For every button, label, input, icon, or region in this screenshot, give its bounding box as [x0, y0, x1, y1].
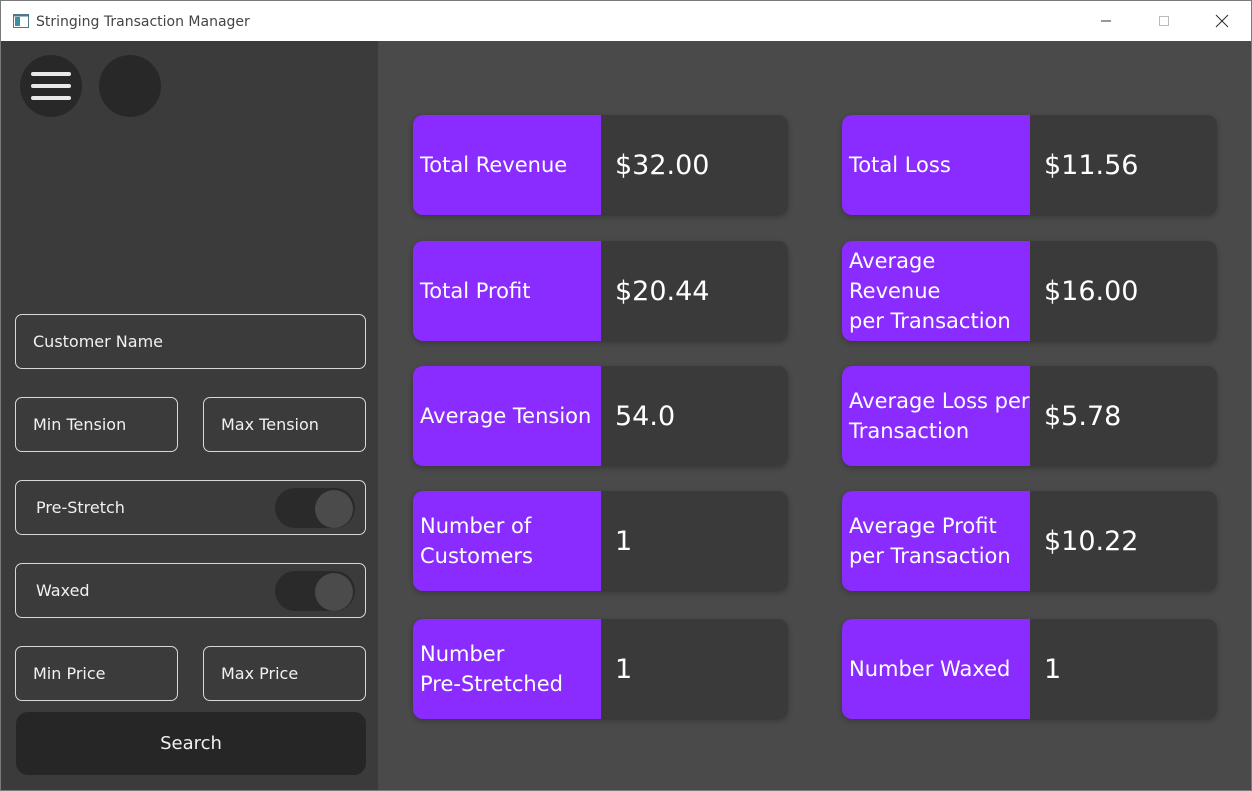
customer-name-input[interactable]: Customer Name	[15, 314, 366, 369]
hamburger-icon	[31, 72, 71, 100]
close-icon	[1215, 14, 1229, 28]
stat-label: Total Revenue	[413, 115, 601, 215]
stat-label: Average Tension	[413, 366, 601, 466]
max-tension-input[interactable]: Max Tension	[203, 397, 366, 452]
window-title: Stringing Transaction Manager	[36, 14, 250, 30]
menu-button[interactable]	[20, 55, 82, 117]
pre-stretch-toggle-row: Pre-Stretch	[15, 480, 366, 535]
stat-value: 54.0	[615, 400, 676, 432]
stat-label: Number Waxed	[842, 619, 1030, 719]
stat-label: Average Profit per Transaction	[842, 491, 1030, 591]
stat-value: $11.56	[1044, 149, 1139, 181]
min-price-input[interactable]: Min Price	[15, 646, 178, 701]
stat-card-average-tension: Average Tension 54.0	[413, 366, 788, 466]
stat-value: 1	[1044, 653, 1062, 685]
stat-label: Average Loss per Transaction	[842, 366, 1030, 466]
secondary-round-button[interactable]	[99, 55, 161, 117]
minimize-button[interactable]	[1078, 1, 1134, 41]
stat-value: $32.00	[615, 149, 710, 181]
stat-value: $5.78	[1044, 400, 1122, 432]
pre-stretch-label: Pre-Stretch	[36, 498, 125, 517]
customer-name-placeholder: Customer Name	[33, 332, 164, 351]
min-price-placeholder: Min Price	[33, 664, 106, 683]
stat-value: $16.00	[1044, 275, 1139, 307]
app-icon	[13, 14, 29, 28]
stat-label: Total Profit	[413, 241, 601, 341]
title-bar: Stringing Transaction Manager	[1, 1, 1251, 41]
stat-value: 1	[615, 653, 633, 685]
maximize-button[interactable]	[1136, 1, 1192, 41]
search-button[interactable]: Search	[16, 712, 366, 775]
stat-label: Number Pre-Stretched	[413, 619, 601, 719]
stat-card-number-waxed: Number Waxed 1	[842, 619, 1217, 719]
close-button[interactable]	[1194, 1, 1250, 41]
max-price-input[interactable]: Max Price	[203, 646, 366, 701]
min-tension-input[interactable]: Min Tension	[15, 397, 178, 452]
stat-label: Total Loss	[842, 115, 1030, 215]
maximize-icon	[1159, 16, 1169, 26]
pre-stretch-switch-knob	[315, 490, 353, 528]
stat-value: 1	[615, 525, 633, 557]
stat-label: Number of Customers	[413, 491, 601, 591]
stat-card-number-pre-stretched: Number Pre-Stretched 1	[413, 619, 788, 719]
waxed-toggle-row: Waxed	[15, 563, 366, 618]
max-tension-placeholder: Max Tension	[221, 415, 319, 434]
waxed-switch-knob	[315, 573, 353, 611]
waxed-label: Waxed	[36, 581, 90, 600]
stat-card-average-profit: Average Profit per Transaction $10.22	[842, 491, 1217, 591]
stat-card-number-of-customers: Number of Customers 1	[413, 491, 788, 591]
minimize-icon	[1101, 20, 1111, 22]
min-tension-placeholder: Min Tension	[33, 415, 127, 434]
stat-card-total-revenue: Total Revenue $32.00	[413, 115, 788, 215]
stat-value: $20.44	[615, 275, 710, 307]
stat-value: $10.22	[1044, 525, 1139, 557]
stat-card-total-loss: Total Loss $11.56	[842, 115, 1217, 215]
stat-card-average-loss: Average Loss per Transaction $5.78	[842, 366, 1217, 466]
stat-card-average-revenue: Average Revenue per Transaction $16.00	[842, 241, 1217, 341]
search-button-label: Search	[160, 733, 222, 754]
waxed-switch[interactable]	[275, 571, 355, 611]
max-price-placeholder: Max Price	[221, 664, 299, 683]
app-window: Stringing Transaction Manager Customer N…	[0, 0, 1252, 791]
stat-label: Average Revenue per Transaction	[842, 241, 1030, 341]
stat-card-total-profit: Total Profit $20.44	[413, 241, 788, 341]
pre-stretch-switch[interactable]	[275, 488, 355, 528]
